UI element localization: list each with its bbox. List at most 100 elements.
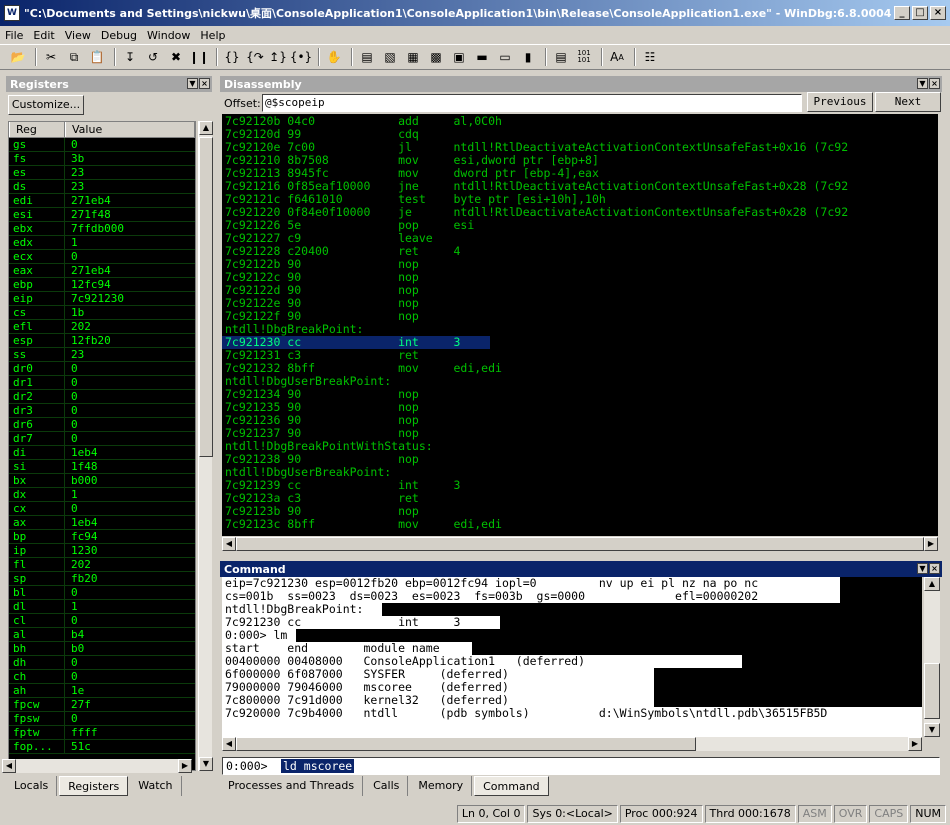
register-value[interactable]: 0 bbox=[65, 586, 78, 599]
scratch-pad-icon[interactable]: ▮ bbox=[518, 47, 538, 67]
register-row[interactable]: gs 0 bbox=[9, 138, 195, 152]
pane-close-icon[interactable]: × bbox=[929, 563, 940, 574]
register-row[interactable]: ch 0 bbox=[9, 670, 195, 684]
column-header-value[interactable]: Value bbox=[65, 122, 195, 137]
open-icon[interactable]: 📂 bbox=[8, 47, 28, 67]
register-row[interactable]: bh b0 bbox=[9, 642, 195, 656]
register-row[interactable]: dr6 0 bbox=[9, 418, 195, 432]
register-value[interactable]: 0 bbox=[65, 614, 78, 627]
command-output[interactable]: eip=7c921230 esp=0012fb20 ebp=0012fc94 i… bbox=[222, 577, 922, 737]
command-title-bar[interactable]: Command ▼ × bbox=[220, 561, 942, 577]
register-row[interactable]: edx 1 bbox=[9, 236, 195, 250]
disassembly-title-bar[interactable]: Disassembly ▼ × bbox=[220, 76, 942, 92]
register-row[interactable]: es 23 bbox=[9, 166, 195, 180]
register-row[interactable]: fop... 51c bbox=[9, 740, 195, 754]
register-value[interactable]: 27f bbox=[65, 698, 91, 711]
register-value[interactable]: 0 bbox=[65, 362, 78, 375]
register-row[interactable]: dh 0 bbox=[9, 656, 195, 670]
scroll-right-icon[interactable]: ▶ bbox=[178, 759, 192, 773]
register-value[interactable]: 0 bbox=[65, 656, 78, 669]
register-value[interactable]: 202 bbox=[65, 320, 91, 333]
register-value[interactable]: 7ffdb000 bbox=[65, 222, 124, 235]
register-row[interactable]: fs 3b bbox=[9, 152, 195, 166]
register-value[interactable]: 0 bbox=[65, 418, 78, 431]
pane-menu-icon[interactable]: ▼ bbox=[917, 563, 928, 574]
disassembly-window-icon[interactable]: ▭ bbox=[495, 47, 515, 67]
previous-button[interactable]: Previous bbox=[807, 92, 873, 112]
register-value[interactable]: b4 bbox=[65, 628, 84, 641]
register-value[interactable]: 271f48 bbox=[65, 208, 111, 221]
maximize-button[interactable]: □ bbox=[912, 6, 928, 20]
tab-memory[interactable]: Memory bbox=[410, 776, 473, 796]
next-button[interactable]: Next bbox=[875, 92, 941, 112]
registers-title-bar[interactable]: Registers ▼ × bbox=[6, 76, 212, 92]
register-value[interactable]: 0 bbox=[65, 712, 78, 725]
paste-icon[interactable]: 📋 bbox=[87, 47, 107, 67]
scrollbar-thumb[interactable] bbox=[236, 537, 924, 551]
register-value[interactable]: 1eb4 bbox=[65, 446, 98, 459]
binary-mode-icon[interactable]: 101 101 bbox=[574, 47, 594, 67]
scroll-left-icon[interactable]: ◀ bbox=[222, 537, 236, 551]
step-over-icon[interactable]: {↷ bbox=[245, 47, 265, 67]
register-value[interactable]: 12fb20 bbox=[65, 334, 111, 347]
menu-edit[interactable]: Edit bbox=[28, 29, 59, 42]
register-row[interactable]: cx 0 bbox=[9, 502, 195, 516]
register-row[interactable]: bx b000 bbox=[9, 474, 195, 488]
command-vertical-scrollbar[interactable]: ▲ ▼ bbox=[924, 577, 940, 737]
tab-locals[interactable]: Locals bbox=[6, 776, 58, 796]
register-row[interactable]: ss 23 bbox=[9, 348, 195, 362]
register-row[interactable]: sp fb20 bbox=[9, 572, 195, 586]
register-value[interactable]: 1e bbox=[65, 684, 84, 697]
register-row[interactable]: dr3 0 bbox=[9, 404, 195, 418]
command-horizontal-scrollbar[interactable]: ◀ ▶ bbox=[222, 737, 922, 751]
pane-menu-icon[interactable]: ▼ bbox=[187, 78, 198, 89]
font-icon[interactable]: AA bbox=[607, 47, 627, 67]
registers-window-icon[interactable]: ▩ bbox=[426, 47, 446, 67]
register-row[interactable]: dr1 0 bbox=[9, 376, 195, 390]
registers-vertical-scrollbar[interactable]: ▲ ▼ bbox=[198, 121, 213, 771]
register-row[interactable]: bl 0 bbox=[9, 586, 195, 600]
minimize-button[interactable]: _ bbox=[894, 6, 910, 20]
tab-watch[interactable]: Watch bbox=[130, 776, 182, 796]
register-value[interactable]: 12fc94 bbox=[65, 278, 111, 291]
register-row[interactable]: ax 1eb4 bbox=[9, 516, 195, 530]
register-value[interactable]: 1 bbox=[65, 488, 78, 501]
register-value[interactable]: b000 bbox=[65, 474, 98, 487]
locals-window-icon[interactable]: ▦ bbox=[403, 47, 423, 67]
registers-horizontal-scrollbar[interactable]: ◀ ▶ bbox=[2, 759, 192, 773]
register-row[interactable]: edi 271eb4 bbox=[9, 194, 195, 208]
memory-window-icon[interactable]: ▣ bbox=[449, 47, 469, 67]
register-row[interactable]: dr0 0 bbox=[9, 362, 195, 376]
register-value[interactable]: 0 bbox=[65, 138, 78, 151]
watch-window-icon[interactable]: ▧ bbox=[380, 47, 400, 67]
register-value[interactable]: 1230 bbox=[65, 544, 98, 557]
menu-view[interactable]: View bbox=[60, 29, 96, 42]
step-into-icon[interactable]: {} bbox=[222, 47, 242, 67]
disassembly-horizontal-scrollbar[interactable]: ◀ ▶ bbox=[222, 537, 938, 551]
call-stack-icon[interactable]: ▬ bbox=[472, 47, 492, 67]
register-value[interactable]: 0 bbox=[65, 502, 78, 515]
scroll-right-icon[interactable]: ▶ bbox=[924, 537, 938, 551]
register-row[interactable]: si 1f48 bbox=[9, 460, 195, 474]
register-value[interactable]: 0 bbox=[65, 432, 78, 445]
copy-icon[interactable]: ⧉ bbox=[64, 47, 84, 67]
column-header-reg[interactable]: Reg bbox=[9, 122, 65, 137]
register-value[interactable]: 0 bbox=[65, 670, 78, 683]
scroll-left-icon[interactable]: ◀ bbox=[222, 737, 236, 751]
register-row[interactable]: fpcw 27f bbox=[9, 698, 195, 712]
scrollbar-thumb[interactable] bbox=[236, 737, 696, 751]
register-row[interactable]: esi 271f48 bbox=[9, 208, 195, 222]
register-row[interactable]: bp fc94 bbox=[9, 530, 195, 544]
scroll-down-icon[interactable]: ▼ bbox=[199, 757, 213, 771]
stop-debugging-icon[interactable]: ✖ bbox=[166, 47, 186, 67]
options-icon[interactable]: ☷ bbox=[640, 47, 660, 67]
register-value[interactable]: fc94 bbox=[65, 530, 98, 543]
register-value[interactable]: 271eb4 bbox=[65, 194, 111, 207]
register-value[interactable]: 23 bbox=[65, 348, 84, 361]
register-value[interactable]: 23 bbox=[65, 166, 84, 179]
register-value[interactable]: ffff bbox=[65, 726, 98, 739]
run-to-cursor-icon[interactable]: {•} bbox=[290, 47, 312, 67]
register-value[interactable]: 3b bbox=[65, 152, 84, 165]
register-value[interactable]: 0 bbox=[65, 404, 78, 417]
cut-icon[interactable]: ✂ bbox=[41, 47, 61, 67]
